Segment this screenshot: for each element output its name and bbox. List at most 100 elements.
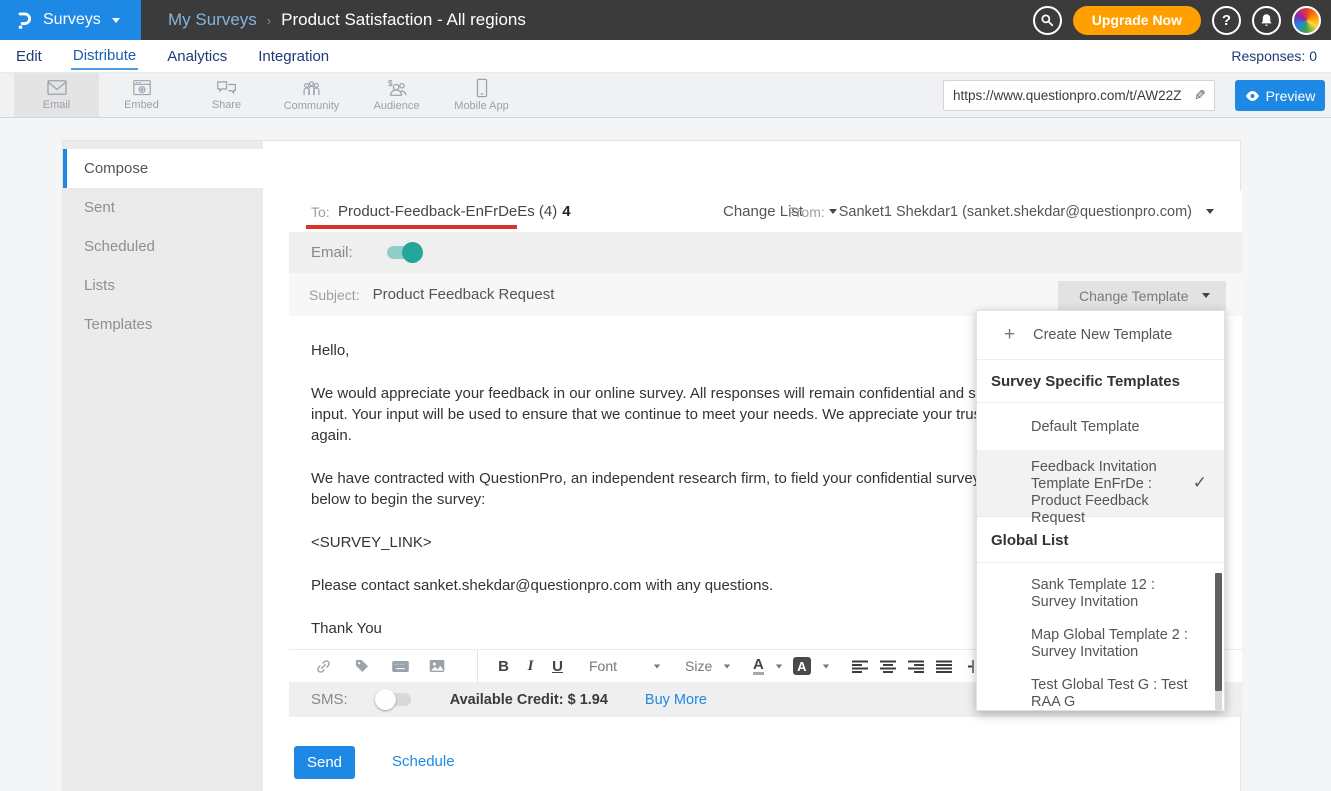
merge-tag-icon[interactable] — [354, 658, 370, 674]
create-new-template-item[interactable]: + Create New Template — [977, 311, 1224, 360]
sidebar-item-lists[interactable]: Lists — [63, 266, 263, 305]
avatar[interactable] — [1292, 6, 1321, 35]
svg-text:$: $ — [387, 79, 392, 88]
plus-icon: + — [1004, 324, 1015, 346]
email-toggle-row: Email: — [289, 232, 1242, 273]
keyboard-icon[interactable] — [392, 660, 409, 673]
sidebar-item-compose[interactable]: Compose — [63, 149, 263, 188]
channel-tab-share[interactable]: Share — [184, 73, 269, 117]
schedule-link[interactable]: Schedule — [392, 753, 455, 770]
align-center-icon[interactable] — [880, 660, 896, 673]
help-button[interactable]: ? — [1212, 6, 1241, 35]
tab-analytics[interactable]: Analytics — [165, 44, 229, 69]
distribute-toolbar: Email Embed Share Community $ Audience M… — [0, 73, 1331, 118]
bell-icon — [1259, 13, 1274, 28]
channel-tabs: Email Embed Share Community $ Audience M… — [14, 73, 524, 117]
community-icon — [301, 79, 322, 98]
align-left-icon[interactable] — [852, 660, 868, 673]
sidebar-item-scheduled[interactable]: Scheduled — [63, 227, 263, 266]
preview-button[interactable]: Preview — [1235, 80, 1325, 111]
mobile-app-icon — [475, 78, 489, 98]
tab-integration[interactable]: Integration — [256, 44, 331, 69]
preview-label: Preview — [1266, 88, 1316, 104]
bold-button[interactable]: B — [490, 658, 517, 675]
recipient-count: 4 — [562, 203, 570, 220]
channel-tab-audience[interactable]: $ Audience — [354, 73, 439, 117]
subject-label: Subject: — [309, 287, 360, 303]
edit-url-icon[interactable]: ✎ — [1186, 87, 1214, 104]
survey-templates-header: Survey Specific Templates — [977, 361, 1224, 403]
survey-url-input[interactable] — [944, 88, 1186, 103]
background-color-button[interactable]: A — [793, 657, 830, 675]
channel-tab-mobile-app[interactable]: Mobile App — [439, 73, 524, 117]
email-toggle[interactable] — [387, 246, 420, 259]
menu-item-test-global-template[interactable]: Test Global Test G : Test RAA G — [977, 677, 1224, 711]
audience-icon: $ — [386, 79, 408, 98]
sidebar-item-templates[interactable]: Templates — [63, 305, 263, 344]
top-bar: Surveys My Surveys › Product Satisfactio… — [0, 0, 1331, 40]
email-toggle-label: Email: — [311, 244, 353, 261]
tab-distribute[interactable]: Distribute — [71, 43, 138, 70]
channel-tab-email[interactable]: Email — [14, 73, 99, 117]
change-template-button[interactable]: Change Template — [1058, 281, 1226, 310]
upgrade-now-button[interactable]: Upgrade Now — [1073, 6, 1201, 35]
insert-link-icon[interactable] — [315, 658, 332, 675]
sidebar-item-sent[interactable]: Sent — [63, 188, 263, 227]
menu-scrollbar-thumb[interactable] — [1215, 573, 1222, 691]
buy-more-link[interactable]: Buy More — [645, 692, 707, 708]
notifications-button[interactable] — [1252, 6, 1281, 35]
from-dropdown[interactable]: From: Sanket1 Shekdar1 (sanket.shekdar@q… — [788, 191, 1214, 232]
align-right-icon[interactable] — [908, 660, 924, 673]
from-value: Sanket1 Shekdar1 (sanket.shekdar@questio… — [839, 204, 1192, 220]
menu-item-default-template[interactable]: Default Template — [977, 404, 1224, 450]
embed-icon — [132, 79, 152, 97]
topbar-actions: Upgrade Now ? — [1033, 0, 1321, 40]
menu-item-feedback-invitation-template[interactable]: Feedback Invitation Template EnFrDe : Pr… — [977, 450, 1224, 517]
text-color-button[interactable]: A — [753, 657, 783, 675]
chevron-down-icon — [112, 18, 120, 23]
recipient-row: To: Product-Feedback-EnFrDeEs (4)4 Chang… — [289, 191, 1242, 232]
chevron-down-icon — [776, 664, 782, 668]
italic-button[interactable]: I — [517, 658, 544, 675]
survey-nav: Edit Distribute Analytics Integration Re… — [0, 40, 1331, 73]
menu-item-map-global-template[interactable]: Map Global Template 2 : Survey Invitatio… — [977, 627, 1224, 661]
email-sidebar: Compose Sent Scheduled Lists Templates — [63, 141, 263, 791]
channel-tab-label: Share — [212, 99, 241, 111]
menu-item-sank-template[interactable]: Sank Template 12 : Survey Invitation — [977, 577, 1224, 611]
channel-tab-embed[interactable]: Embed — [99, 73, 184, 117]
chevron-down-icon — [654, 664, 660, 668]
channel-tab-community[interactable]: Community — [269, 73, 354, 117]
menu-scrollbar-track — [1215, 691, 1222, 711]
subject-value[interactable]: Product Feedback Request — [373, 286, 555, 303]
channel-tab-label: Embed — [124, 99, 159, 111]
breadcrumb: My Surveys › Product Satisfaction - All … — [168, 0, 526, 40]
eye-icon — [1245, 90, 1260, 102]
questionpro-logo-icon — [13, 10, 34, 31]
send-button[interactable]: Send — [294, 746, 355, 779]
chevron-down-icon — [724, 664, 730, 668]
product-switcher[interactable]: Surveys — [0, 0, 141, 40]
from-label: From: — [788, 204, 825, 220]
responses-count: Responses: 0 — [1231, 48, 1317, 64]
sms-toggle[interactable] — [378, 693, 411, 706]
toggle-knob — [375, 689, 396, 710]
underline-button[interactable]: U — [544, 658, 571, 675]
breadcrumb-my-surveys[interactable]: My Surveys — [168, 10, 257, 30]
channel-tab-label: Community — [284, 100, 340, 112]
justify-icon[interactable] — [936, 660, 952, 673]
insert-image-icon[interactable] — [429, 659, 445, 673]
question-mark-icon: ? — [1222, 12, 1231, 29]
tab-edit[interactable]: Edit — [14, 44, 44, 69]
font-select[interactable]: Font — [589, 658, 661, 674]
available-credit: Available Credit: $ 1.94 — [450, 692, 608, 708]
toggle-knob — [402, 242, 423, 263]
global-list-header: Global List — [977, 518, 1224, 563]
search-button[interactable] — [1033, 6, 1062, 35]
channel-tab-label: Mobile App — [454, 100, 508, 112]
channel-tab-label: Email — [43, 99, 71, 111]
search-icon — [1040, 13, 1054, 27]
size-select[interactable]: Size — [685, 658, 731, 674]
to-label: To: — [311, 204, 330, 220]
sms-toggle-label: SMS: — [311, 691, 348, 708]
survey-url-field: ✎ — [943, 80, 1215, 111]
